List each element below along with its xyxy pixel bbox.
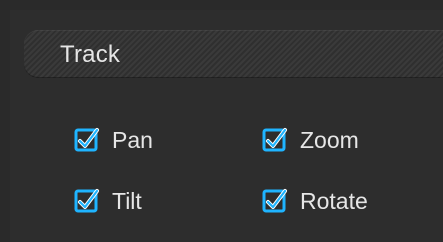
checkbox-checked-icon[interactable] [74, 188, 100, 214]
checkbox-checked-icon[interactable] [262, 188, 288, 214]
track-option-label: Pan [112, 127, 153, 153]
track-option-label: Tilt [112, 188, 142, 214]
track-panel: Track Pan Zoom Tilt Rotate [0, 0, 443, 242]
track-option-pan[interactable]: Pan [74, 123, 153, 157]
track-option-label: Zoom [300, 127, 359, 153]
track-option-zoom[interactable]: Zoom [262, 123, 359, 157]
panel-title: Track [60, 41, 121, 68]
track-option-rotate[interactable]: Rotate [262, 184, 368, 218]
track-option-label: Rotate [300, 188, 368, 214]
checkbox-checked-icon[interactable] [74, 127, 100, 153]
checkbox-checked-icon[interactable] [262, 127, 288, 153]
track-option-tilt[interactable]: Tilt [74, 184, 142, 218]
panel-header: Track [24, 30, 443, 78]
